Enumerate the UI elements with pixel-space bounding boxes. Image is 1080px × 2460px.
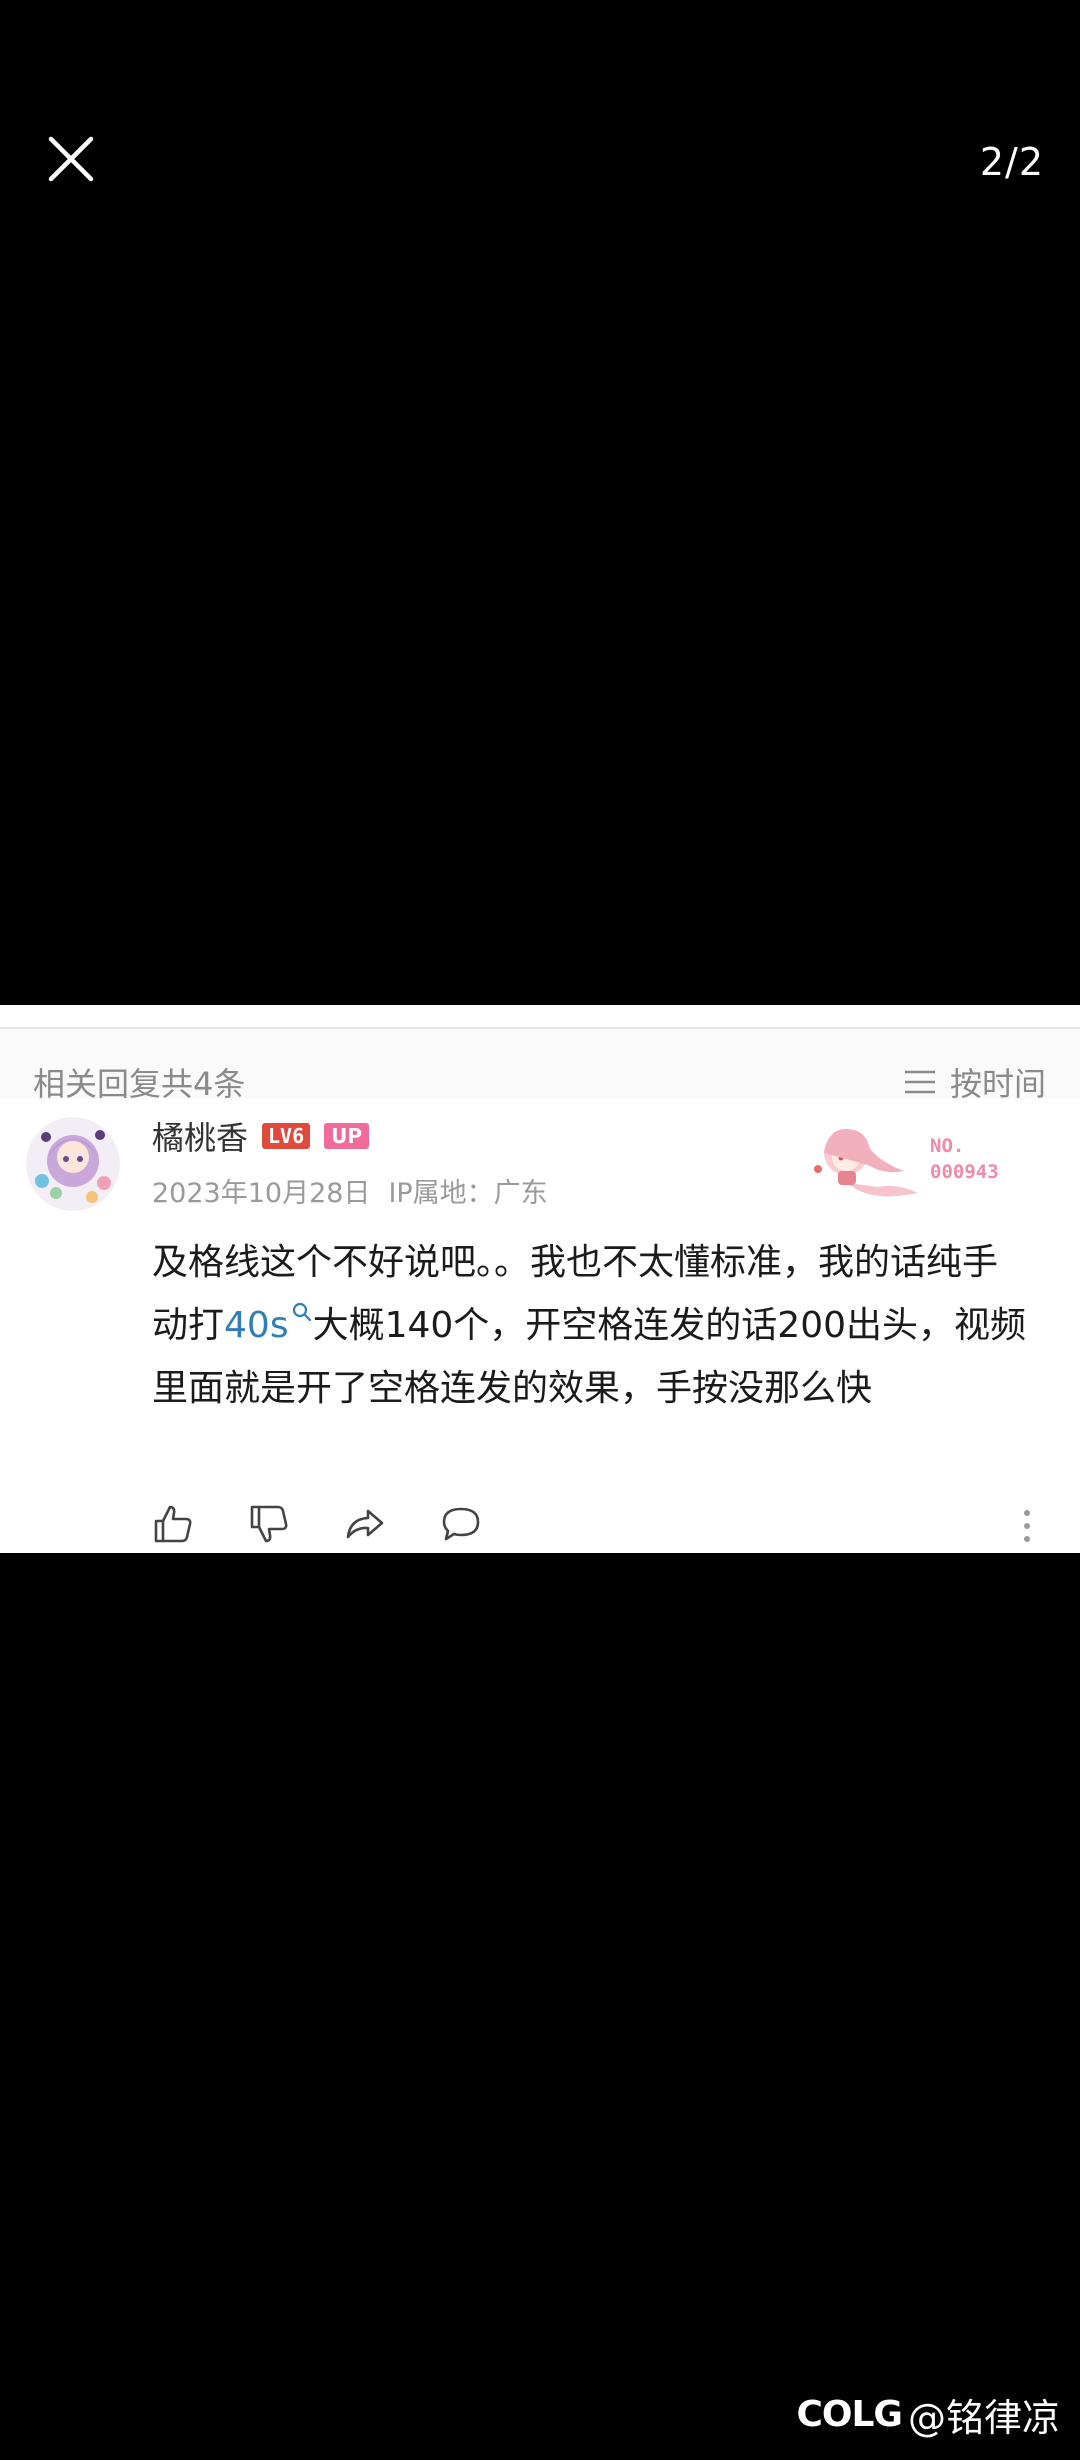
replies-count: 相关回复共4条 bbox=[33, 1065, 246, 1103]
level-badge: LV6 bbox=[262, 1123, 311, 1149]
viewer-top-bar: 2/2 bbox=[0, 0, 1080, 330]
comment-meta: 2023年10月28日 IP属地：广东 bbox=[152, 1171, 548, 1210]
comment-actions bbox=[152, 1503, 482, 1545]
colg-logo: COLG bbox=[796, 2394, 903, 2435]
chibi-character-icon bbox=[814, 1129, 918, 1197]
sort-by-time-button[interactable]: 按时间 bbox=[904, 1059, 1046, 1105]
divider bbox=[0, 1027, 1080, 1029]
comment-body: 及格线这个不好说吧。。我也不太懂标准，我的话纯手动打40s 大概140个，开空格连… bbox=[152, 1231, 1032, 1420]
username[interactable]: 橘桃香 bbox=[152, 1113, 248, 1159]
fan-card-number: NO. 000943 bbox=[930, 1135, 999, 1183]
thumbs-up-icon[interactable] bbox=[152, 1503, 194, 1545]
up-badge: UP bbox=[324, 1123, 370, 1149]
search-link[interactable]: 40s bbox=[224, 1302, 313, 1346]
search-icon bbox=[292, 1302, 311, 1322]
share-icon[interactable] bbox=[344, 1503, 386, 1545]
close-button[interactable] bbox=[38, 126, 104, 192]
comment-screenshot[interactable]: 相关回复共4条 按时间 橘桃香 LV6 UP 2023年10月28日 IP属地：… bbox=[0, 1005, 1080, 1553]
ip-location: IP属地：广东 bbox=[388, 1178, 548, 1209]
thumbs-down-icon[interactable] bbox=[248, 1503, 290, 1545]
more-vertical-icon[interactable] bbox=[1020, 1508, 1034, 1544]
anime-avatar-icon bbox=[26, 1117, 120, 1211]
watermark: COLG @铭律凉 bbox=[796, 2387, 1060, 2442]
avatar[interactable] bbox=[26, 1117, 120, 1211]
comment-icon[interactable] bbox=[440, 1503, 482, 1545]
list-lines-icon bbox=[904, 1070, 935, 1094]
username-row: 橘桃香 LV6 UP bbox=[152, 1113, 370, 1159]
watermark-handle: @铭律凉 bbox=[907, 2396, 1060, 2440]
page-indicator: 2/2 bbox=[979, 140, 1044, 184]
sort-label: 按时间 bbox=[949, 1065, 1046, 1103]
replies-header: 相关回复共4条 按时间 bbox=[0, 1029, 1080, 1103]
close-icon bbox=[48, 136, 94, 182]
search-link-text[interactable]: 40s bbox=[224, 1305, 289, 1346]
fan-card: NO. 000943 bbox=[808, 1113, 1028, 1209]
comment-date: 2023年10月28日 bbox=[152, 1178, 371, 1209]
